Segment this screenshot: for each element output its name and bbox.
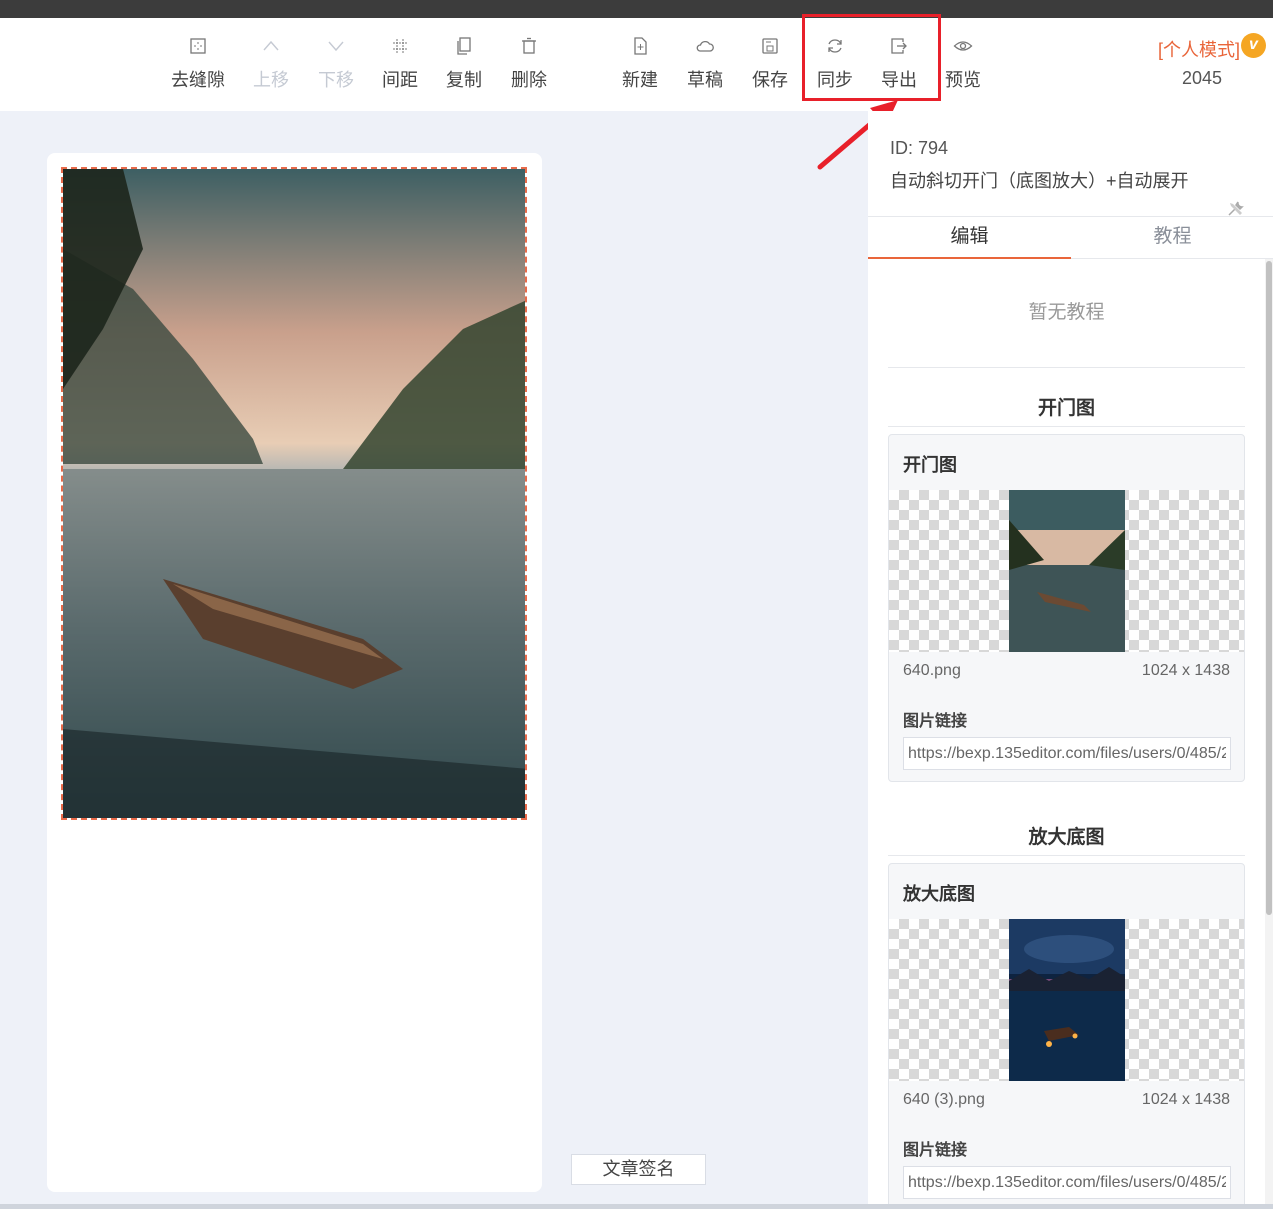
spacing-icon: [393, 39, 407, 53]
new-file-icon: [634, 37, 647, 55]
image-preview[interactable]: [889, 919, 1244, 1081]
highlight-box: [802, 14, 941, 101]
draft-button[interactable]: 草稿: [673, 36, 737, 96]
spacing-button[interactable]: 间距: [368, 36, 432, 96]
save-icon: [762, 38, 778, 54]
toolbar-label: 复制: [446, 70, 482, 90]
move-down-button[interactable]: 下移: [304, 36, 368, 96]
divider: [888, 855, 1245, 856]
chevron-up-icon: [263, 40, 279, 51]
image-link-input[interactable]: [903, 737, 1231, 770]
image-preview[interactable]: [889, 490, 1244, 652]
move-up-button[interactable]: 上移: [239, 36, 303, 96]
image-link-input[interactable]: [903, 1166, 1231, 1199]
panel-tabs: 编辑 教程: [868, 216, 1273, 259]
toolbar-label: 保存: [752, 70, 788, 90]
points-count: 2045: [1182, 68, 1223, 88]
copy-button[interactable]: 复制: [432, 36, 496, 96]
panel-scrollbar[interactable]: [1265, 259, 1273, 1209]
vip-badge: v: [1241, 33, 1266, 58]
card-title: 放大底图: [903, 884, 975, 904]
file-name: 640 (3).png: [903, 1091, 985, 1108]
night-lake-thumb-image: [1009, 919, 1125, 1081]
template-name: 自动斜切开门（底图放大）+自动展开: [890, 171, 1189, 191]
toolbar-label: 去缝隙: [171, 70, 225, 90]
zoom-bg-thumbnail: [1009, 919, 1125, 1081]
divider: [888, 426, 1245, 427]
window-top-bar: [0, 0, 1273, 18]
remove-gap-icon: [190, 38, 206, 54]
delete-button[interactable]: 删除: [497, 36, 561, 96]
empty-tutorial-text: 暂无教程: [1028, 302, 1105, 323]
section-title-zoom-bg: 放大底图: [1028, 827, 1105, 848]
zoom-bg-image-card: 放大底图 640 (3).png 1024 x 1438 图片链接: [888, 863, 1245, 1209]
lake-boat-image: [63, 169, 525, 818]
toolbar-label: 草稿: [687, 70, 723, 90]
scrollbar-thumb[interactable]: [1266, 261, 1272, 915]
toolbar-label: 删除: [511, 70, 547, 90]
toolbar-label: 上移: [253, 70, 289, 90]
template-id: ID: 794: [890, 138, 949, 158]
file-name: 640.png: [903, 662, 961, 679]
file-dimensions: 1024 x 1438: [1141, 1091, 1230, 1108]
toolbar-label: 间距: [382, 70, 418, 90]
chevron-down-icon: [328, 41, 344, 52]
bottom-border: [0, 1204, 1273, 1209]
card-title: 开门图: [903, 455, 957, 475]
new-button[interactable]: 新建: [608, 36, 672, 96]
image-link-label: 图片链接: [903, 1142, 968, 1159]
eye-icon: [953, 41, 973, 51]
tab-tutorial[interactable]: 教程: [1071, 217, 1273, 259]
remove-gap-button[interactable]: 去缝隙: [166, 36, 230, 96]
door-thumbnail: [1009, 490, 1125, 652]
lake-boat-thumb-image: [1009, 490, 1125, 652]
tab-edit[interactable]: 编辑: [868, 217, 1071, 259]
toolbar-label: 下移: [318, 70, 354, 90]
door-image-card: 开门图 640.png 1024 x 1438 图片链接: [888, 434, 1245, 782]
trash-icon: [522, 37, 536, 54]
side-panel: ID: 794 自动斜切开门（底图放大）+自动展开 编辑 教程 暂无教程 开门图…: [868, 111, 1273, 1209]
save-button[interactable]: 保存: [738, 36, 802, 96]
cloud-icon: [696, 40, 714, 52]
toolbar: 去缝隙 上移 下移 间距 复制 删除 新建 草稿 保存 同步 导出 预览 [个人…: [0, 18, 1273, 111]
divider: [888, 367, 1245, 368]
file-dimensions: 1024 x 1438: [1141, 662, 1230, 679]
canvas-door-image[interactable]: [61, 167, 527, 820]
article-signature-button[interactable]: 文章签名: [571, 1154, 706, 1185]
personal-mode-link[interactable]: [个人模式]: [1158, 36, 1240, 62]
toolbar-label: 新建: [622, 70, 658, 90]
copy-icon: [457, 37, 471, 55]
section-title-door: 开门图: [1037, 398, 1095, 419]
image-link-label: 图片链接: [903, 713, 968, 730]
